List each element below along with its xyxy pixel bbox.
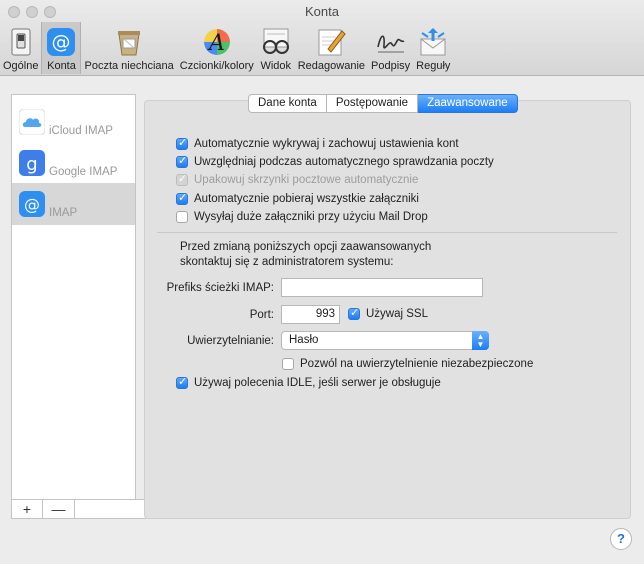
- checkbox[interactable]: [176, 375, 188, 389]
- toolbar-label: Czcionki/kolory: [179, 60, 254, 72]
- allow-insecure-auth-option[interactable]: Pozwól na uwierzytelnienie niezabezpiecz…: [282, 356, 533, 372]
- option-auto-detect[interactable]: Automatycznie wykrywaj i zachowuj ustawi…: [176, 136, 459, 152]
- option-compact-mailboxes: Upakowuj skrzynki pocztowe automatycznie: [176, 172, 418, 188]
- button-bar-spacer: [75, 499, 146, 519]
- window-title: Konta: [305, 4, 339, 19]
- toolbar-item-junk-mail[interactable]: Poczta niechciana: [81, 22, 176, 74]
- section-divider: [157, 232, 617, 233]
- account-item-google[interactable]: g Google IMAP: [12, 142, 135, 184]
- updown-arrows-icon: ▲ ▼: [472, 331, 489, 350]
- checkbox[interactable]: [176, 154, 188, 168]
- account-label: IMAP: [49, 207, 78, 219]
- advanced-warning: Przed zmianą poniższych opcji zaawansowa…: [180, 240, 480, 270]
- option-mail-drop[interactable]: Wysyłaj duże załączniki przy użyciu Mail…: [176, 209, 428, 225]
- switch-icon: [5, 26, 37, 58]
- toolbar-item-fonts-colors[interactable]: A Czcionki/kolory: [177, 22, 257, 74]
- toolbar-label: Podpisy: [371, 60, 411, 72]
- account-list-buttons: + —: [11, 499, 146, 519]
- svg-text:@: @: [24, 195, 40, 214]
- checkbox[interactable]: [176, 211, 188, 223]
- use-idle-option[interactable]: Używaj polecenia IDLE, jeśli serwer je o…: [176, 375, 441, 391]
- glasses-icon: [260, 26, 292, 58]
- svg-text:@: @: [52, 31, 71, 53]
- account-item-imap[interactable]: @ IMAP: [12, 183, 135, 225]
- preferences-window: Konta Ogólne @ Konta Poczta niechciana A…: [0, 0, 644, 564]
- google-icon: g: [19, 150, 45, 176]
- authentication-value: Hasło: [289, 334, 319, 346]
- checkbox[interactable]: [176, 191, 188, 205]
- tab-account-info[interactable]: Dane konta: [248, 94, 327, 113]
- toolbar-label: Redagowanie: [297, 60, 366, 72]
- compose-icon: [315, 26, 347, 58]
- toolbar-item-rules[interactable]: Reguły: [413, 22, 453, 74]
- option-label: Upakowuj skrzynki pocztowe automatycznie: [194, 174, 419, 186]
- account-tabs: Dane konta Postępowanie Zaawansowane: [248, 94, 518, 113]
- toolbar-label: Ogólne: [3, 60, 39, 72]
- account-label: iCloud IMAP: [49, 125, 113, 137]
- toolbar-item-composing[interactable]: Redagowanie: [295, 22, 368, 74]
- option-label: Używaj polecenia IDLE, jeśli serwer je o…: [194, 377, 441, 389]
- toolbar-item-view[interactable]: Widok: [257, 22, 295, 74]
- toolbar-item-signatures[interactable]: Podpisy: [368, 22, 413, 74]
- svg-text:g: g: [26, 154, 37, 175]
- use-ssl-option[interactable]: Używaj SSL: [348, 306, 428, 322]
- advanced-warning-line: skontaktuj się z administratorem systemu…: [180, 256, 394, 268]
- accounts-list: iCloud IMAP g Google IMAP @ IMAP: [11, 94, 136, 500]
- toolbar-label: Widok: [260, 60, 292, 72]
- port-label: Port:: [249, 309, 274, 321]
- imap-prefix-input[interactable]: [281, 278, 483, 297]
- imap-prefix-label: Prefiks ścieżki IMAP:: [166, 282, 274, 294]
- authentication-label: Uwierzytelnianie:: [187, 335, 274, 347]
- option-download-attachments[interactable]: Automatycznie pobieraj wszystkie załączn…: [176, 191, 419, 207]
- option-label: Pozwól na uwierzytelnienie niezabezpiecz…: [300, 358, 534, 370]
- add-account-button[interactable]: +: [11, 499, 43, 519]
- toolbar-label: Reguły: [416, 60, 451, 72]
- icloud-icon: [18, 108, 46, 136]
- tab-advanced[interactable]: Zaawansowane: [418, 94, 518, 113]
- at-icon: @: [45, 26, 77, 58]
- remove-account-button[interactable]: —: [43, 499, 75, 519]
- advanced-warning-line: Przed zmianą poniższych opcji zaawansowa…: [180, 241, 432, 253]
- titlebar: Konta Ogólne @ Konta Poczta niechciana A…: [0, 0, 644, 76]
- at-icon: @: [19, 191, 45, 217]
- authentication-select[interactable]: Hasło ▲ ▼: [281, 331, 489, 350]
- checkbox[interactable]: [176, 136, 188, 150]
- account-label: Google IMAP: [49, 166, 118, 178]
- rules-icon: [417, 26, 449, 58]
- toolbar-item-general[interactable]: Ogólne: [0, 22, 41, 74]
- checkbox[interactable]: [282, 358, 294, 370]
- toolbar-item-accounts[interactable]: @ Konta: [41, 22, 82, 74]
- junk-trash-icon: [113, 26, 145, 58]
- checkbox[interactable]: [348, 306, 360, 320]
- signature-icon: [375, 26, 407, 58]
- option-label: Automatycznie wykrywaj i zachowuj ustawi…: [194, 138, 459, 150]
- option-label: Używaj SSL: [366, 308, 428, 320]
- font-icon: A: [201, 26, 233, 58]
- toolbar-label: Konta: [47, 60, 76, 72]
- checkbox: [176, 172, 188, 186]
- option-include-in-check[interactable]: Uwzględniaj podczas automatycznego spraw…: [176, 154, 494, 170]
- help-button[interactable]: ?: [610, 528, 632, 550]
- svg-text:A: A: [207, 31, 225, 56]
- option-label: Automatycznie pobieraj wszystkie załączn…: [194, 193, 419, 205]
- port-input[interactable]: 993: [281, 305, 340, 324]
- toolbar-label: Poczta niechciana: [84, 60, 174, 72]
- preferences-toolbar: Ogólne @ Konta Poczta niechciana A Czcio…: [0, 22, 453, 74]
- option-label: Wysyłaj duże załączniki przy użyciu Mail…: [194, 211, 428, 223]
- option-label: Uwzględniaj podczas automatycznego spraw…: [194, 156, 494, 168]
- account-item-icloud[interactable]: iCloud IMAP: [12, 101, 135, 143]
- tab-mailbox-behaviors[interactable]: Postępowanie: [326, 94, 419, 113]
